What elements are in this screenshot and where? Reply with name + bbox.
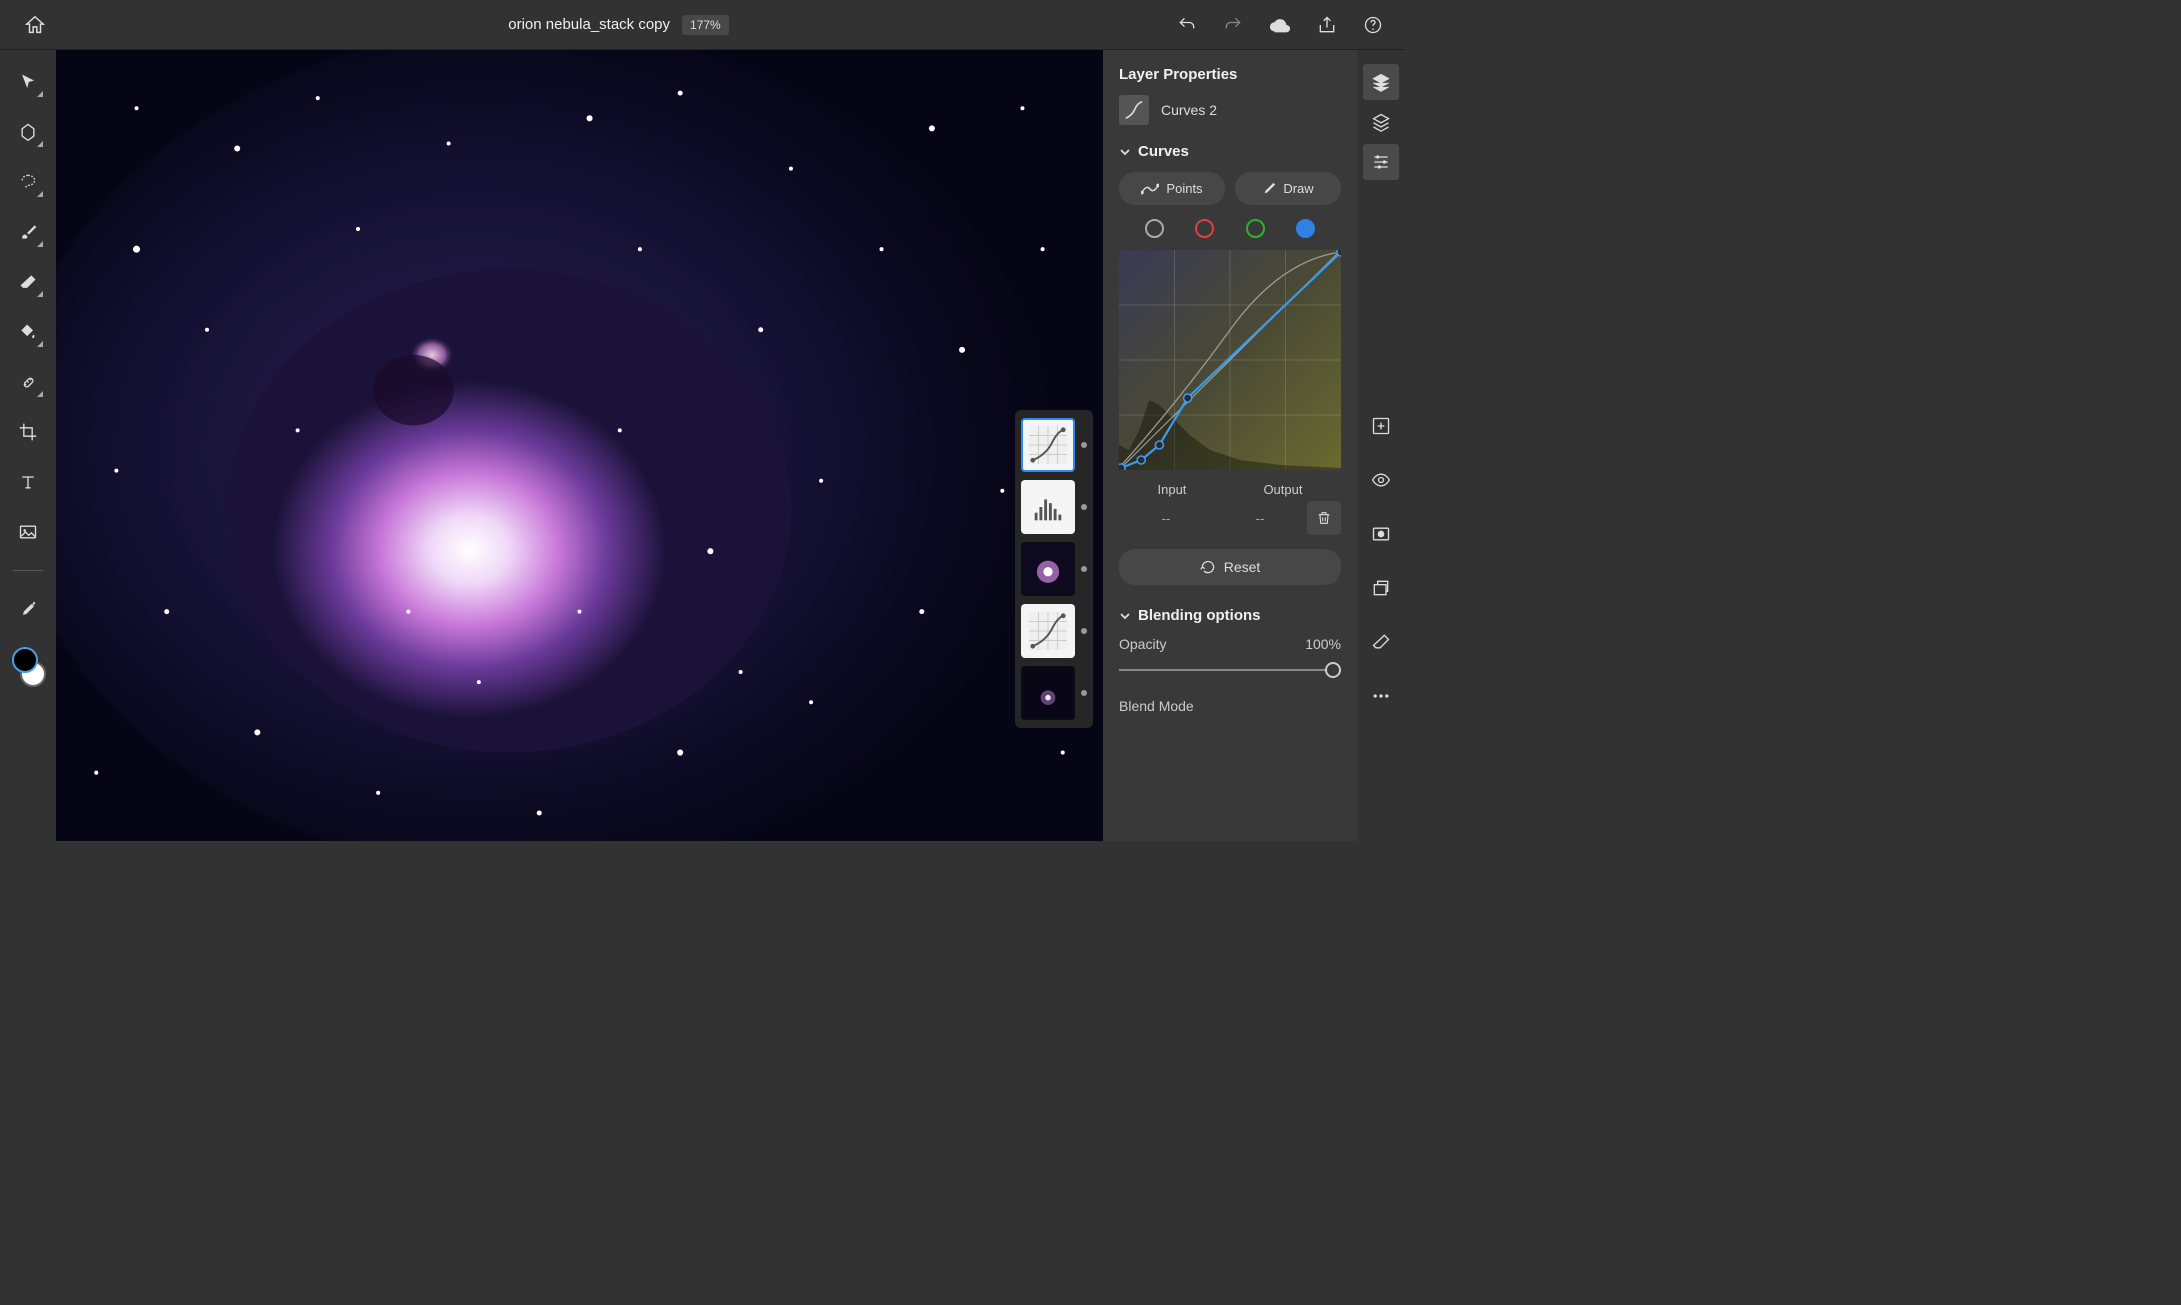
input-label: Input bbox=[1158, 482, 1187, 497]
channel-red[interactable] bbox=[1195, 219, 1214, 238]
layer-type-icon bbox=[1119, 95, 1149, 125]
visibility-button[interactable] bbox=[1363, 462, 1399, 498]
points-icon bbox=[1141, 182, 1159, 196]
more-button[interactable] bbox=[1363, 678, 1399, 714]
chevron-down-icon bbox=[1119, 610, 1131, 622]
zoom-level[interactable]: 177% bbox=[682, 15, 729, 35]
layer-stack-button[interactable] bbox=[1363, 104, 1399, 140]
heal-tool[interactable] bbox=[12, 366, 44, 398]
eraser-tool[interactable] bbox=[12, 266, 44, 298]
share-button[interactable] bbox=[1317, 15, 1337, 35]
layer-thumb-image-1[interactable] bbox=[1021, 542, 1075, 596]
visibility-dot[interactable] bbox=[1081, 690, 1087, 696]
channel-green[interactable] bbox=[1246, 219, 1265, 238]
mask-button[interactable] bbox=[1363, 516, 1399, 552]
erase-layer-button[interactable] bbox=[1363, 624, 1399, 660]
layer-name[interactable]: Curves 2 bbox=[1161, 102, 1217, 118]
panel-title: Layer Properties bbox=[1119, 66, 1341, 83]
document-image bbox=[56, 50, 1103, 841]
layer-thumb-curves-2[interactable] bbox=[1021, 604, 1075, 658]
layer-thumb-image-2[interactable] bbox=[1021, 666, 1075, 720]
color-swatches[interactable] bbox=[10, 647, 46, 687]
channel-blue[interactable] bbox=[1296, 219, 1315, 238]
blending-section-header[interactable]: Blending options bbox=[1119, 607, 1341, 624]
properties-panel: Layer Properties Curves 2 Curves Points … bbox=[1103, 50, 1357, 841]
right-rail bbox=[1357, 50, 1405, 841]
visibility-dot[interactable] bbox=[1081, 628, 1087, 634]
cloud-button[interactable] bbox=[1269, 14, 1291, 36]
chevron-down-icon bbox=[1119, 146, 1131, 158]
lasso-tool[interactable] bbox=[12, 166, 44, 198]
add-layer-button[interactable] bbox=[1363, 408, 1399, 444]
redo-button[interactable] bbox=[1223, 15, 1243, 35]
reset-button[interactable]: Reset bbox=[1119, 549, 1341, 585]
tool-bar bbox=[0, 50, 56, 841]
clip-button[interactable] bbox=[1363, 570, 1399, 606]
delete-point-button[interactable] bbox=[1307, 501, 1341, 535]
reset-icon bbox=[1200, 560, 1216, 574]
curves-section-header[interactable]: Curves bbox=[1119, 143, 1341, 160]
crop-tool[interactable] bbox=[12, 416, 44, 448]
document-title: orion nebula_stack copy bbox=[508, 16, 670, 33]
tool-separator bbox=[13, 570, 43, 571]
help-button[interactable] bbox=[1363, 15, 1383, 35]
type-tool[interactable] bbox=[12, 466, 44, 498]
channel-rgb[interactable] bbox=[1145, 219, 1164, 238]
undo-button[interactable] bbox=[1177, 15, 1197, 35]
visibility-dot[interactable] bbox=[1081, 504, 1087, 510]
output-value: -- bbox=[1213, 511, 1307, 526]
adjustments-button[interactable] bbox=[1363, 144, 1399, 180]
eyedropper-tool[interactable] bbox=[12, 593, 44, 625]
layers-strip bbox=[1015, 410, 1093, 728]
visibility-dot[interactable] bbox=[1081, 566, 1087, 572]
blend-mode-label: Blend Mode bbox=[1119, 698, 1341, 714]
layer-thumb-levels[interactable] bbox=[1021, 480, 1075, 534]
opacity-value: 100% bbox=[1305, 636, 1341, 652]
trash-icon bbox=[1316, 510, 1332, 526]
opacity-label: Opacity bbox=[1119, 636, 1166, 652]
input-value: -- bbox=[1119, 511, 1213, 526]
visibility-dot[interactable] bbox=[1081, 442, 1087, 448]
layers-panel-button[interactable] bbox=[1363, 64, 1399, 100]
pencil-icon bbox=[1262, 182, 1276, 196]
draw-button[interactable]: Draw bbox=[1235, 172, 1341, 205]
canvas[interactable] bbox=[56, 50, 1103, 841]
image-tool[interactable] bbox=[12, 516, 44, 548]
curves-graph[interactable] bbox=[1119, 250, 1341, 470]
home-button[interactable] bbox=[19, 9, 51, 41]
layer-thumb-curves-active[interactable] bbox=[1021, 418, 1075, 472]
opacity-slider[interactable] bbox=[1119, 660, 1341, 680]
foreground-color[interactable] bbox=[12, 647, 38, 673]
output-label: Output bbox=[1263, 482, 1302, 497]
brush-tool[interactable] bbox=[12, 216, 44, 248]
fill-tool[interactable] bbox=[12, 316, 44, 348]
move-tool[interactable] bbox=[12, 66, 44, 98]
top-bar: orion nebula_stack copy 177% bbox=[0, 0, 1405, 50]
transform-tool[interactable] bbox=[12, 116, 44, 148]
points-button[interactable]: Points bbox=[1119, 172, 1225, 205]
